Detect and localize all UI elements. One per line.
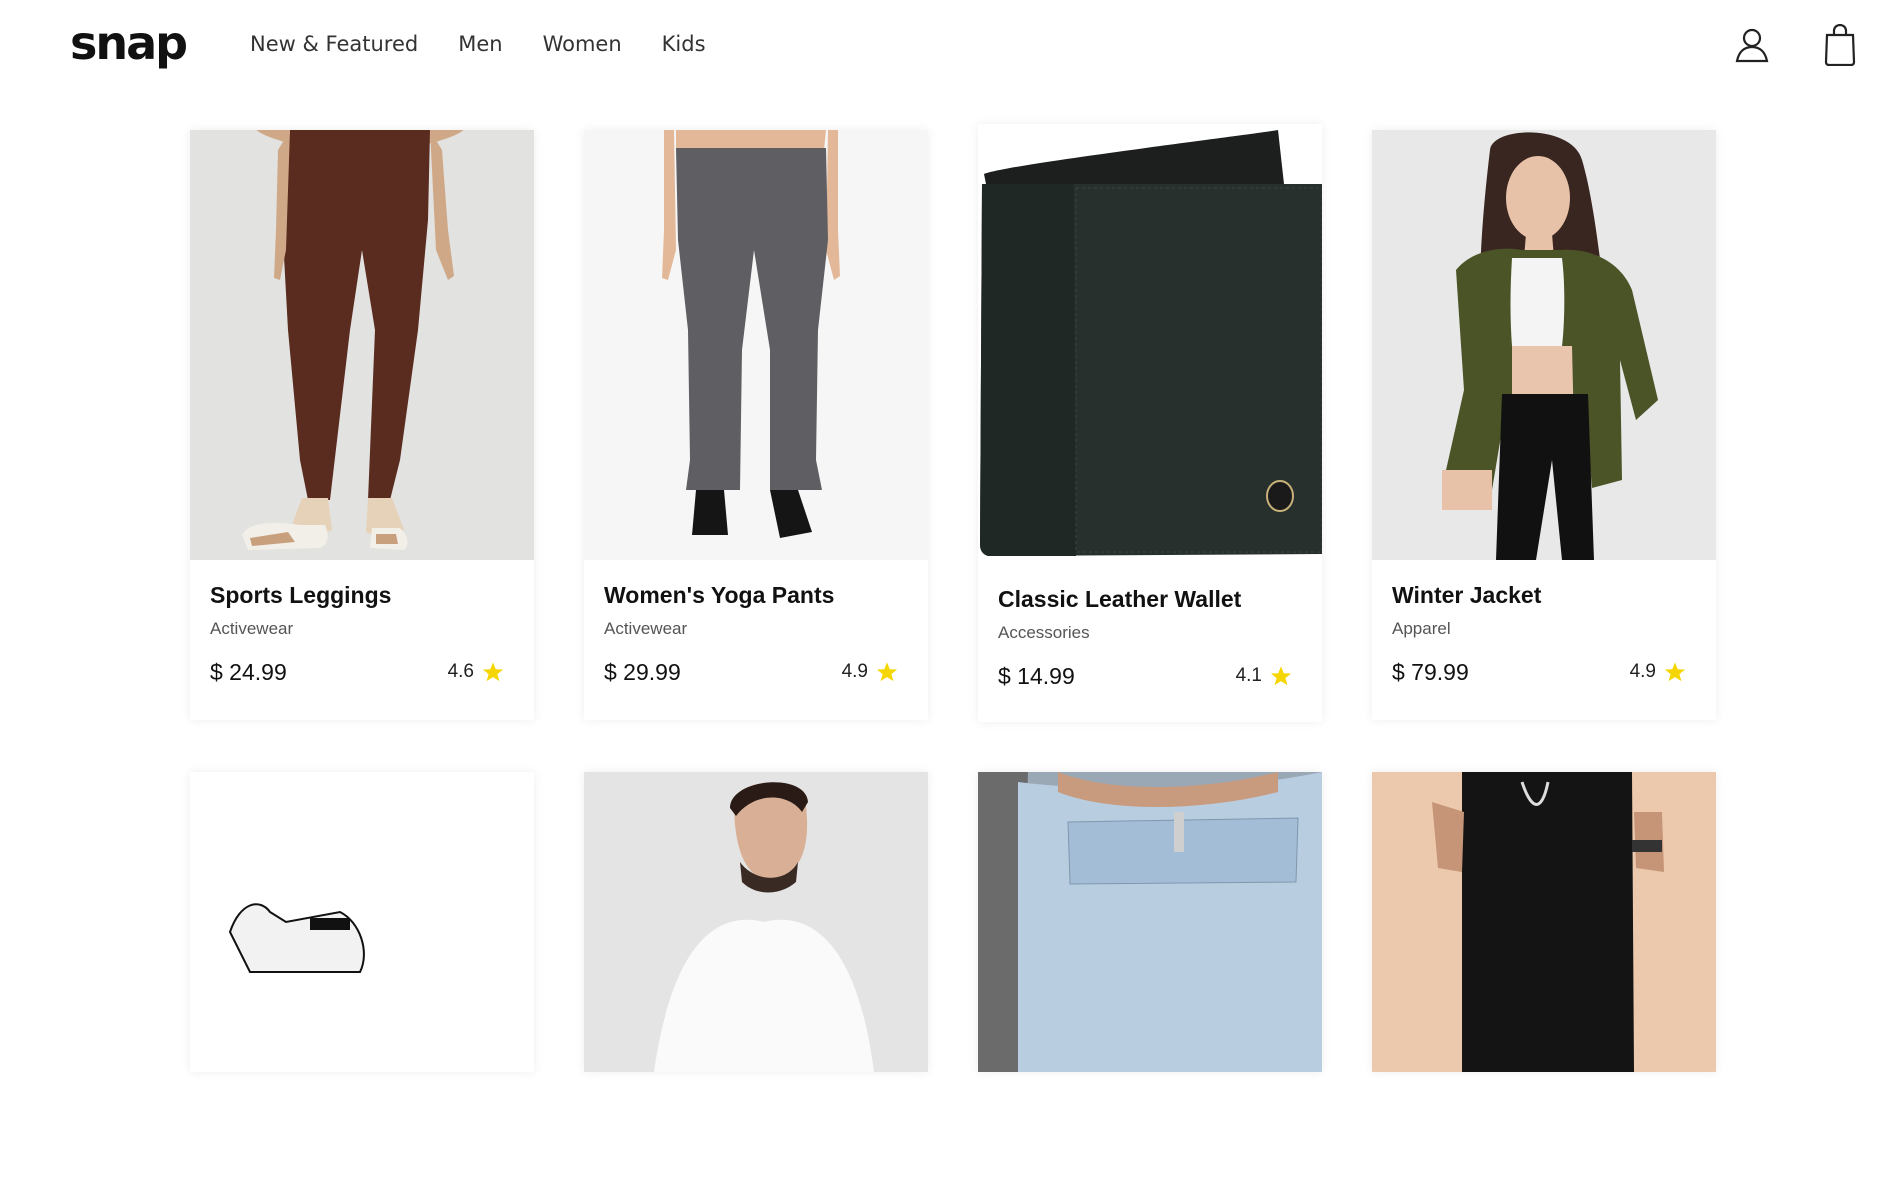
product-card[interactable]	[584, 772, 928, 1072]
product-image[interactable]	[978, 124, 1322, 560]
product-info: Winter Jacket Apparel $ 79.99 4.9	[1392, 582, 1696, 689]
product-rating: 4.6	[448, 661, 504, 683]
nav-women[interactable]: Women	[543, 32, 622, 56]
product-rating: 4.1	[1236, 665, 1292, 687]
product-image[interactable]	[190, 772, 534, 1202]
rating-value: 4.9	[1629, 661, 1656, 682]
product-image[interactable]	[190, 130, 534, 560]
product-image[interactable]	[584, 130, 928, 560]
main-nav: New & Featured Men Women Kids	[250, 32, 706, 56]
rating-value: 4.6	[447, 661, 474, 682]
product-name[interactable]: Winter Jacket	[1392, 582, 1696, 609]
product-price: $ 79.99	[1392, 659, 1469, 685]
product-category: Apparel	[1392, 619, 1451, 638]
product-info: Classic Leather Wallet Accessories $ 14.…	[998, 586, 1302, 693]
product-card[interactable]: Classic Leather Wallet Accessories $ 14.…	[978, 124, 1322, 722]
star-icon	[1664, 662, 1686, 682]
nav-kids[interactable]: Kids	[662, 32, 706, 56]
product-card[interactable]	[978, 772, 1322, 1072]
user-icon[interactable]	[1732, 22, 1772, 68]
star-icon	[1270, 666, 1292, 686]
star-icon	[876, 662, 898, 682]
rating-value: 4.1	[1235, 665, 1262, 686]
product-rating: 4.9	[842, 661, 898, 683]
product-name[interactable]: Sports Leggings	[210, 582, 514, 609]
product-image[interactable]	[1372, 772, 1716, 1202]
price-row: $ 14.99 4.1	[998, 663, 1302, 693]
price-row: $ 24.99 4.6	[210, 659, 514, 689]
site-header: snap New & Featured Men Women Kids	[0, 0, 1896, 92]
product-price: $ 29.99	[604, 659, 681, 685]
product-category: Activewear	[210, 619, 294, 638]
product-price: $ 24.99	[210, 659, 287, 685]
brand-logo[interactable]: snap	[70, 16, 188, 70]
product-card[interactable]: Sports Leggings Activewear $ 24.99 4.6	[190, 130, 534, 720]
price-row: $ 79.99 4.9	[1392, 659, 1696, 689]
product-card[interactable]: Women's Yoga Pants Activewear $ 29.99 4.…	[584, 130, 928, 720]
nav-men[interactable]: Men	[458, 32, 502, 56]
shopping-bag-icon[interactable]	[1820, 22, 1860, 68]
nav-new-featured[interactable]: New & Featured	[250, 32, 418, 56]
product-info: Women's Yoga Pants Activewear $ 29.99 4.…	[604, 582, 908, 689]
product-rating: 4.9	[1630, 661, 1686, 683]
price-row: $ 29.99 4.9	[604, 659, 908, 689]
product-name[interactable]: Classic Leather Wallet	[998, 586, 1302, 613]
product-card[interactable]	[1372, 772, 1716, 1072]
product-image[interactable]	[584, 772, 928, 1202]
product-category: Accessories	[998, 623, 1090, 642]
product-price: $ 14.99	[998, 663, 1075, 689]
product-category: Activewear	[604, 619, 688, 638]
product-image[interactable]	[978, 772, 1322, 1202]
product-info: Sports Leggings Activewear $ 24.99 4.6	[210, 582, 514, 689]
rating-value: 4.9	[841, 661, 868, 682]
product-name[interactable]: Women's Yoga Pants	[604, 582, 908, 609]
star-icon	[482, 662, 504, 682]
product-card[interactable]	[190, 772, 534, 1072]
product-card[interactable]: Winter Jacket Apparel $ 79.99 4.9	[1372, 130, 1716, 720]
product-image[interactable]	[1372, 130, 1716, 560]
